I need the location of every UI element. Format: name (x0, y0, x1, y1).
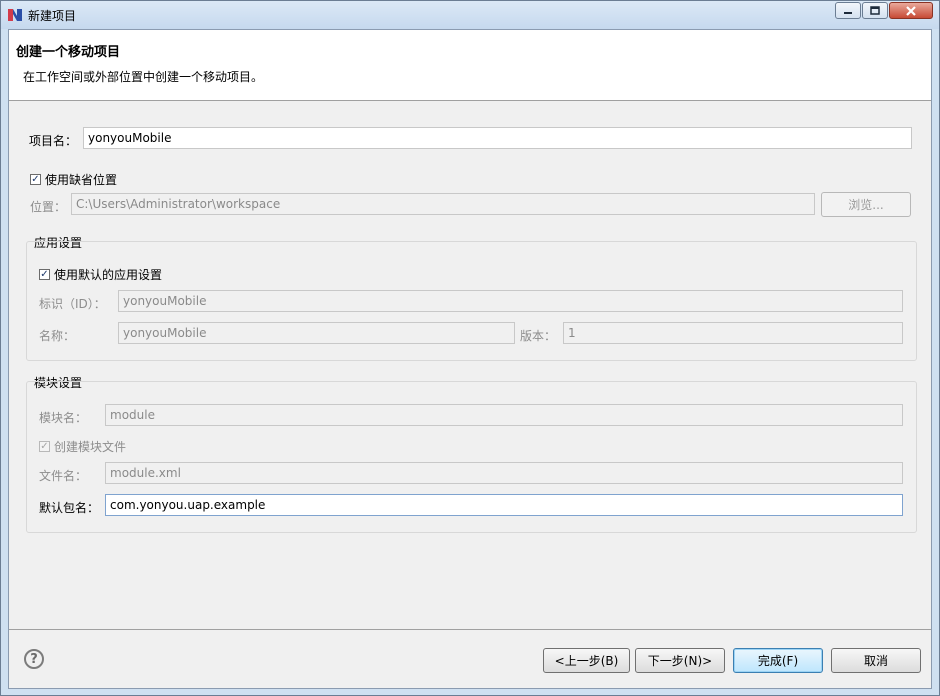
help-icon[interactable]: ? (24, 649, 44, 669)
dialog-client-area: 创建一个移动项目 在工作空间或外部位置中创建一个移动项目。 项目名： yonyo… (8, 29, 932, 689)
maximize-button[interactable] (862, 2, 888, 19)
minimize-button[interactable] (835, 2, 861, 19)
checkbox-check-icon: ✓ (39, 440, 50, 452)
use-default-location-checkbox[interactable]: ✓ 使用缺省位置 (30, 171, 117, 188)
app-name-label: 名称： (39, 329, 76, 343)
title-bar[interactable]: 新建项目 (1, 1, 939, 29)
next-button[interactable]: 下一步(N)> (635, 648, 725, 673)
module-name-label: 模块名： (39, 411, 88, 425)
app-id-label: 标识（ID）： (39, 297, 106, 311)
wizard-banner: 创建一个移动项目 在工作空间或外部位置中创建一个移动项目。 (9, 30, 931, 101)
location-input[interactable]: C:\Users\Administrator\workspace (71, 193, 815, 215)
dialog-window: 新建项目 创建一个移动项目 在工作空间或外部位置中创建一个移动项目。 项目名： … (0, 0, 940, 696)
module-name-input[interactable]: module (105, 404, 903, 426)
minimize-icon (844, 11, 852, 14)
wizard-page-message: 在工作空间或外部位置中创建一个移动项目。 (23, 70, 264, 84)
use-default-app-settings-label: 使用默认的应用设置 (54, 268, 163, 282)
version-label: 版本： (520, 329, 557, 343)
checkbox-check-icon: ✓ (30, 173, 41, 185)
file-name-label: 文件名： (39, 469, 88, 483)
app-logo-icon (8, 9, 22, 21)
app-name-input[interactable]: yonyouMobile (118, 322, 515, 344)
use-default-app-settings-checkbox[interactable]: ✓ 使用默认的应用设置 (39, 266, 162, 283)
checkbox-check-icon: ✓ (39, 268, 50, 280)
project-name-input[interactable]: yonyouMobile (83, 127, 912, 149)
window-title: 新建项目 (28, 9, 77, 23)
project-name-label: 项目名： (29, 134, 78, 148)
create-module-file-label: 创建模块文件 (54, 440, 127, 454)
finish-button[interactable]: 完成(F) (733, 648, 823, 673)
package-name-input[interactable]: com.yonyou.uap.example (105, 494, 903, 516)
back-button[interactable]: <上一步(B) (543, 648, 630, 673)
browse-button[interactable]: 浏览... (821, 192, 911, 217)
package-name-label: 默认包名： (39, 501, 100, 515)
create-module-file-checkbox[interactable]: ✓ 创建模块文件 (39, 438, 126, 455)
file-name-input[interactable]: module.xml (105, 462, 903, 484)
footer-separator (9, 629, 931, 630)
use-default-location-label: 使用缺省位置 (45, 173, 118, 187)
close-button[interactable] (889, 2, 933, 19)
location-label: 位置： (30, 200, 67, 214)
app-id-input[interactable]: yonyouMobile (118, 290, 903, 312)
wizard-page-title: 创建一个移动项目 (16, 45, 121, 60)
maximize-icon (870, 6, 880, 15)
close-icon (906, 5, 916, 16)
cancel-button[interactable]: 取消 (831, 648, 921, 673)
version-input[interactable]: 1 (563, 322, 903, 344)
